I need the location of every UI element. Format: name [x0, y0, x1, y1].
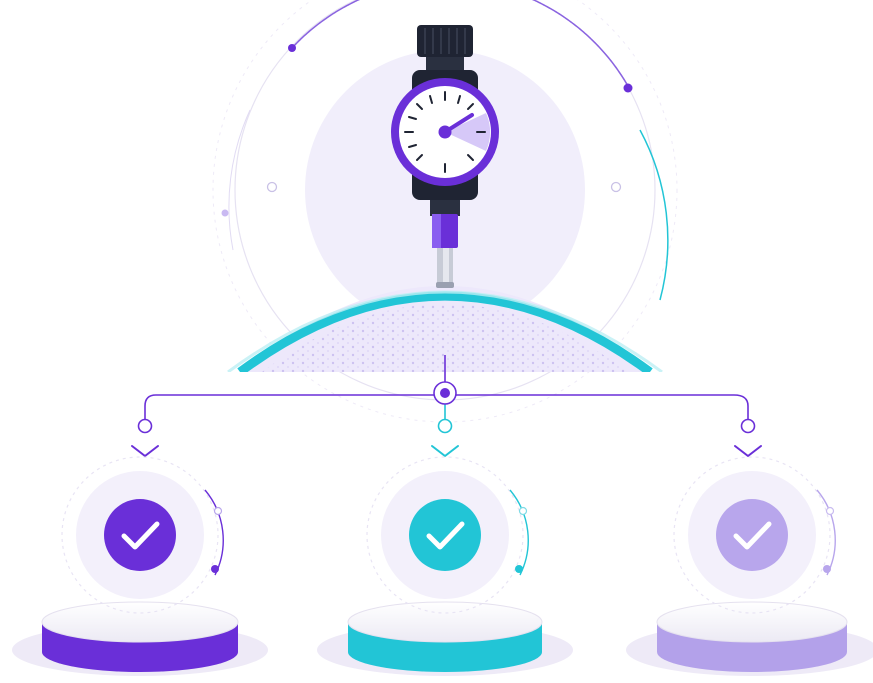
branch-marker-2: [431, 418, 459, 457]
outcome-pedestal-2: [317, 456, 573, 676]
check-circle-icon: [104, 499, 176, 571]
branch-marker-1: [131, 418, 159, 457]
check-circle-icon: [716, 499, 788, 571]
outcome-pedestal-3: [626, 456, 873, 676]
check-circle-icon: [409, 499, 481, 571]
illustration-canvas: [0, 0, 873, 683]
branch-marker-3: [734, 418, 762, 457]
outcome-pedestal-1: [12, 456, 268, 676]
measurement-flow-illustration: [12, 0, 873, 676]
hub-node: [433, 381, 457, 405]
